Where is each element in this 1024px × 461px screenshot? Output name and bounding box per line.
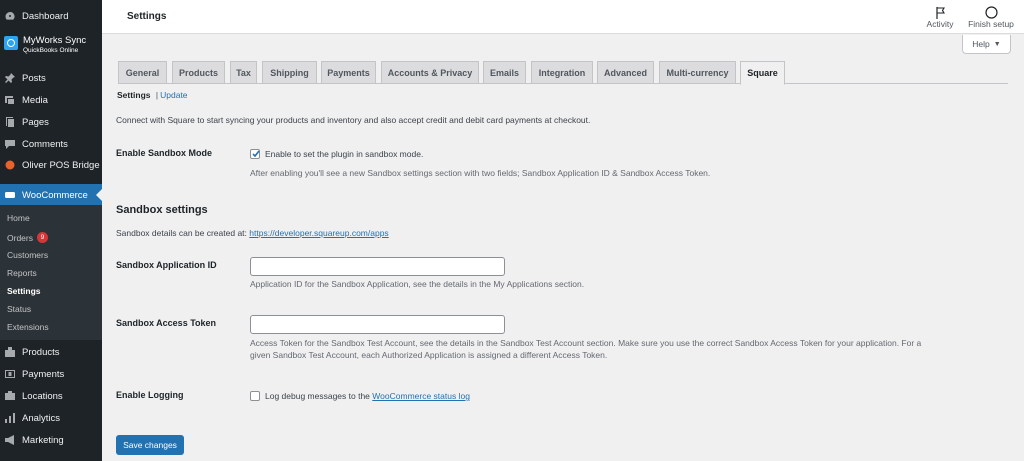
- woocommerce-icon: [5, 190, 15, 200]
- submenu-extensions[interactable]: Extensions: [7, 322, 49, 332]
- sandbox-mode-checkbox[interactable]: [250, 149, 260, 159]
- help-tab-button[interactable]: Help ▼: [962, 35, 1011, 54]
- menu-oliver-pos[interactable]: Oliver POS Bridge: [0, 155, 102, 175]
- menu-woocommerce-label: WooCommerce: [22, 189, 88, 201]
- sandbox-access-token-input[interactable]: [250, 315, 505, 334]
- menu-comments-label: Comments: [22, 138, 68, 150]
- menu-marketing[interactable]: Marketing: [0, 430, 102, 450]
- finish-setup-label: Finish setup: [968, 19, 1014, 29]
- logging-checkbox[interactable]: [250, 391, 260, 401]
- app-id-description: Application ID for the Sandbox Applicati…: [250, 279, 585, 289]
- tab-accounts-privacy[interactable]: Accounts & Privacy: [381, 61, 479, 84]
- menu-pages[interactable]: Pages: [0, 112, 102, 132]
- app-id-label: Sandbox Application ID: [116, 260, 217, 270]
- top-header-bar: Settings Activity Finish setup: [102, 0, 1024, 34]
- pin-icon: [5, 73, 15, 83]
- submenu-customers[interactable]: Customers: [7, 250, 48, 260]
- menu-media[interactable]: Media: [0, 90, 102, 110]
- pages-icon: [5, 117, 15, 127]
- submenu-reports[interactable]: Reports: [7, 268, 37, 278]
- sandbox-settings-heading: Sandbox settings: [116, 204, 208, 216]
- menu-payments[interactable]: Payments: [0, 364, 102, 384]
- flag-icon: [922, 4, 958, 19]
- woocommerce-submenu: Home Orders 9 Customers Reports Settings …: [0, 205, 102, 340]
- menu-marketing-label: Marketing: [22, 434, 64, 446]
- intro-text: Connect with Square to start syncing you…: [116, 115, 591, 125]
- menu-dashboard-label: Dashboard: [22, 10, 69, 22]
- submenu-settings[interactable]: Settings: [7, 286, 41, 296]
- tab-advanced[interactable]: Advanced: [597, 61, 654, 84]
- megaphone-icon: [5, 435, 15, 445]
- menu-payments-label: Payments: [22, 368, 65, 380]
- sandbox-mode-description: After enabling you'll see a new Sandbox …: [250, 168, 711, 178]
- menu-locations-label: Locations: [22, 390, 63, 402]
- dashboard-icon: [5, 11, 15, 21]
- orders-count-badge: 9: [36, 232, 48, 243]
- page-title: Settings: [127, 11, 167, 22]
- sandbox-application-id-input[interactable]: [250, 257, 505, 276]
- tab-square[interactable]: Square: [740, 61, 785, 85]
- menu-dashboard[interactable]: Dashboard: [0, 6, 102, 26]
- subsection-separator: |: [155, 90, 159, 100]
- checkmark-icon: [252, 150, 260, 158]
- menu-pages-label: Pages: [22, 116, 49, 128]
- save-changes-button[interactable]: Save changes: [116, 435, 184, 455]
- caret-down-icon: ▼: [993, 40, 1001, 48]
- settings-tabs: General Products Tax Shipping Payments A…: [118, 61, 1008, 85]
- subsection-update-link[interactable]: Update: [160, 90, 187, 100]
- sandbox-mode-checkbox-label: Enable to set the plugin in sandbox mode…: [265, 149, 424, 159]
- sandbox-mode-label: Enable Sandbox Mode: [116, 148, 213, 158]
- menu-posts[interactable]: Posts: [0, 68, 102, 88]
- tab-emails[interactable]: Emails: [483, 61, 526, 84]
- comments-icon: [5, 139, 15, 149]
- menu-comments[interactable]: Comments: [0, 134, 102, 154]
- menu-woocommerce[interactable]: WooCommerce: [0, 184, 102, 206]
- menu-products[interactable]: Products: [0, 342, 102, 362]
- current-menu-arrow: [96, 188, 103, 202]
- access-token-description-line2: given Sandbox Test Account, each Authori…: [250, 350, 608, 360]
- menu-media-label: Media: [22, 94, 48, 106]
- analytics-icon: [5, 413, 15, 423]
- locations-icon: [5, 391, 15, 401]
- menu-analytics-label: Analytics: [22, 412, 61, 424]
- menu-posts-label: Posts: [22, 72, 46, 84]
- submenu-orders[interactable]: Orders 9: [7, 232, 48, 243]
- products-icon: [5, 347, 15, 357]
- oliver-pos-icon: [5, 160, 15, 170]
- media-icon: [5, 95, 15, 105]
- myworks-logo-icon: [4, 36, 18, 50]
- tab-multi-currency[interactable]: Multi-currency: [659, 61, 736, 84]
- subsection-current: Settings: [117, 90, 151, 100]
- help-label: Help: [972, 39, 990, 49]
- myworks-subtitle: QuickBooks Online: [23, 47, 79, 54]
- sandbox-details-text: Sandbox details can be created at: https…: [116, 228, 389, 238]
- progress-circle-icon: [966, 4, 1016, 19]
- tab-integration[interactable]: Integration: [531, 61, 593, 84]
- tab-payments[interactable]: Payments: [321, 61, 376, 84]
- myworks-title: MyWorks Sync: [23, 35, 87, 46]
- menu-myworks-sync[interactable]: MyWorks Sync QuickBooks Online: [0, 32, 102, 60]
- logging-checkbox-label: Log debug messages to the WooCommerce st…: [265, 391, 470, 401]
- tab-general[interactable]: General: [118, 61, 167, 84]
- squareup-apps-link[interactable]: https://developer.squareup.com/apps: [249, 228, 388, 238]
- access-token-label: Sandbox Access Token: [116, 318, 217, 328]
- menu-analytics[interactable]: Analytics: [0, 408, 102, 428]
- submenu-status[interactable]: Status: [7, 304, 31, 314]
- menu-products-label: Products: [22, 346, 60, 358]
- finish-setup-button[interactable]: Finish setup: [966, 4, 1016, 29]
- submenu-home[interactable]: Home: [7, 213, 30, 223]
- tab-products[interactable]: Products: [172, 61, 225, 84]
- admin-sidebar: Dashboard MyWorks Sync QuickBooks Online…: [0, 0, 103, 461]
- menu-locations[interactable]: Locations: [0, 386, 102, 406]
- subsection-nav: Settings | Update: [117, 90, 188, 100]
- activity-label: Activity: [926, 19, 954, 29]
- payments-icon: [5, 369, 15, 379]
- activity-button[interactable]: Activity: [922, 4, 958, 29]
- logging-label: Enable Logging: [116, 390, 184, 400]
- tab-tax[interactable]: Tax: [230, 61, 257, 84]
- menu-oliver-label: Oliver POS Bridge: [22, 159, 100, 171]
- woocommerce-status-log-link[interactable]: WooCommerce status log: [372, 391, 470, 401]
- tab-shipping[interactable]: Shipping: [262, 61, 317, 84]
